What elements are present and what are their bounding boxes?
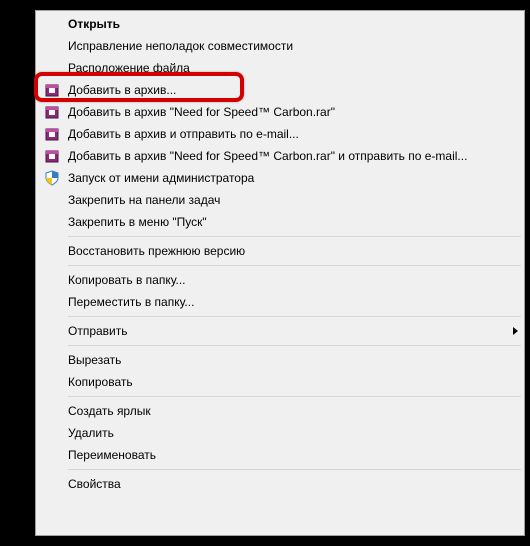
menu-label: Добавить в архив "Need for Speed™ Carbon…: [68, 149, 518, 163]
menu-label: Исправление неполадок совместимости: [68, 39, 518, 53]
menu-item-properties[interactable]: Свойства: [38, 473, 522, 495]
menu-item-add-named[interactable]: Добавить в архив "Need for Speed™ Carbon…: [38, 101, 522, 123]
menu-label: Создать ярлык: [68, 404, 518, 418]
shield-icon: [40, 167, 64, 189]
menu-label: Открыть: [68, 17, 518, 31]
menu-item-add-named-email[interactable]: Добавить в архив "Need for Speed™ Carbon…: [38, 145, 522, 167]
blank-icon: [40, 291, 64, 313]
menu-item-copy[interactable]: Копировать: [38, 371, 522, 393]
menu-item-restore-previous[interactable]: Восстановить прежнюю версию: [38, 240, 522, 262]
menu-separator: [68, 265, 521, 266]
blank-icon: [40, 240, 64, 262]
blank-icon: [40, 371, 64, 393]
blank-icon: [40, 189, 64, 211]
menu-separator: [68, 316, 521, 317]
menu-item-send-to[interactable]: Отправить: [38, 320, 522, 342]
menu-label: Добавить в архив и отправить по e-mail..…: [68, 127, 518, 141]
menu-item-pin-start[interactable]: Закрепить в меню "Пуск": [38, 211, 522, 233]
context-menu: Открыть Исправление неполадок совместимо…: [35, 10, 525, 536]
blank-icon: [40, 57, 64, 79]
blank-icon: [40, 13, 64, 35]
menu-item-compat[interactable]: Исправление неполадок совместимости: [38, 35, 522, 57]
menu-item-move-to-folder[interactable]: Переместить в папку...: [38, 291, 522, 313]
blank-icon: [40, 400, 64, 422]
menu-separator: [68, 236, 521, 237]
menu-item-rename[interactable]: Переименовать: [38, 444, 522, 466]
menu-label: Переместить в папку...: [68, 295, 518, 309]
blank-icon: [40, 349, 64, 371]
blank-icon: [40, 320, 64, 342]
menu-separator: [68, 345, 521, 346]
menu-item-delete[interactable]: Удалить: [38, 422, 522, 444]
blank-icon: [40, 422, 64, 444]
menu-label: Удалить: [68, 426, 518, 440]
menu-label: Копировать в папку...: [68, 273, 518, 287]
menu-label: Вырезать: [68, 353, 518, 367]
menu-label: Отправить: [68, 324, 505, 338]
winrar-icon: [40, 79, 64, 101]
menu-label: Свойства: [68, 477, 518, 491]
menu-item-add-email[interactable]: Добавить в архив и отправить по e-mail..…: [38, 123, 522, 145]
blank-icon: [40, 35, 64, 57]
menu-separator: [68, 469, 521, 470]
menu-label: Добавить в архив...: [68, 83, 518, 97]
menu-item-run-admin[interactable]: Запуск от имени администратора: [38, 167, 522, 189]
winrar-icon: [40, 123, 64, 145]
blank-icon: [40, 211, 64, 233]
menu-item-copy-to-folder[interactable]: Копировать в папку...: [38, 269, 522, 291]
menu-label: Закрепить в меню "Пуск": [68, 215, 518, 229]
menu-item-create-shortcut[interactable]: Создать ярлык: [38, 400, 522, 422]
menu-label: Копировать: [68, 375, 518, 389]
menu-label: Закрепить на панели задач: [68, 193, 518, 207]
menu-item-open[interactable]: Открыть: [38, 13, 522, 35]
menu-label: Переименовать: [68, 448, 518, 462]
winrar-icon: [40, 101, 64, 123]
blank-icon: [40, 269, 64, 291]
blank-icon: [40, 444, 64, 466]
menu-item-pin-taskbar[interactable]: Закрепить на панели задач: [38, 189, 522, 211]
blank-icon: [40, 473, 64, 495]
menu-separator: [68, 396, 521, 397]
menu-item-add-archive[interactable]: Добавить в архив...: [38, 79, 522, 101]
menu-label: Запуск от имени администратора: [68, 171, 518, 185]
menu-label: Добавить в архив "Need for Speed™ Carbon…: [68, 105, 518, 119]
submenu-arrow-icon: [513, 327, 518, 335]
menu-label: Расположение файла: [68, 61, 518, 75]
menu-label: Восстановить прежнюю версию: [68, 244, 518, 258]
menu-item-file-location[interactable]: Расположение файла: [38, 57, 522, 79]
menu-item-cut[interactable]: Вырезать: [38, 349, 522, 371]
winrar-icon: [40, 145, 64, 167]
